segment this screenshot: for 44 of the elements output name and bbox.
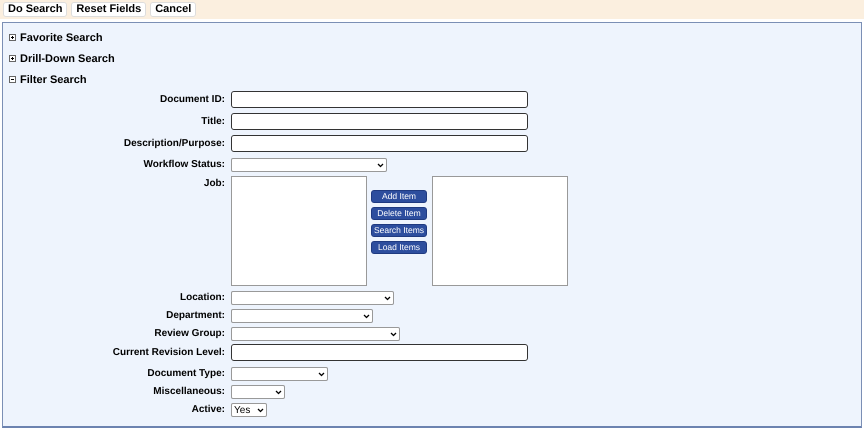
chevron-down-icon: [275, 390, 282, 394]
chevron-down-icon: [377, 162, 384, 168]
list-box[interactable]: [231, 176, 367, 286]
dropdown[interactable]: Yes: [231, 403, 267, 417]
chevron-down-icon: [384, 296, 391, 300]
expand-icon[interactable]: [9, 55, 16, 62]
field-label: Department:: [166, 309, 225, 323]
dropdown[interactable]: [231, 367, 328, 381]
text-field[interactable]: [231, 91, 528, 108]
toolbar-button[interactable]: Reset Fields: [71, 2, 146, 17]
expand-icon[interactable]: [9, 34, 16, 41]
field-label: Description/Purpose:: [124, 137, 225, 151]
action-button[interactable]: Delete Item: [371, 207, 427, 220]
collapse-icon[interactable]: [9, 76, 16, 83]
section-title[interactable]: Drill-Down Search: [20, 52, 115, 64]
chevron-down-icon: [363, 314, 370, 318]
action-button[interactable]: Add Item: [371, 190, 427, 203]
dropdown[interactable]: [231, 385, 285, 399]
field-label: Job:: [204, 177, 225, 191]
dropdown[interactable]: [231, 291, 394, 305]
field-label: Location:: [180, 291, 225, 305]
field-label: Active:: [192, 403, 225, 417]
section-title[interactable]: Favorite Search: [20, 32, 103, 44]
toolbar-button[interactable]: Cancel: [150, 2, 196, 17]
dropdown[interactable]: [231, 158, 387, 172]
list-box[interactable]: [432, 176, 568, 286]
text-field[interactable]: [231, 135, 528, 152]
field-label: Review Group:: [154, 327, 225, 341]
field-label: Miscellaneous:: [153, 385, 225, 399]
section-title[interactable]: Filter Search: [20, 74, 87, 86]
chevron-down-icon: [257, 408, 264, 412]
text-field[interactable]: [231, 113, 528, 130]
chevron-down-icon: [318, 372, 325, 376]
text-field[interactable]: [231, 344, 528, 361]
action-button[interactable]: Search Items: [371, 224, 427, 237]
field-label: Workflow Status:: [144, 158, 225, 172]
field-label: Title:: [201, 115, 225, 129]
field-label: Document ID:: [160, 93, 225, 107]
toolbar-button[interactable]: Do Search: [3, 2, 68, 17]
field-label: Document Type:: [147, 367, 225, 381]
field-label: Current Revision Level:: [112, 346, 225, 360]
dropdown[interactable]: [231, 309, 373, 323]
chevron-down-icon: [390, 332, 397, 336]
action-button[interactable]: Load Items: [371, 241, 427, 254]
